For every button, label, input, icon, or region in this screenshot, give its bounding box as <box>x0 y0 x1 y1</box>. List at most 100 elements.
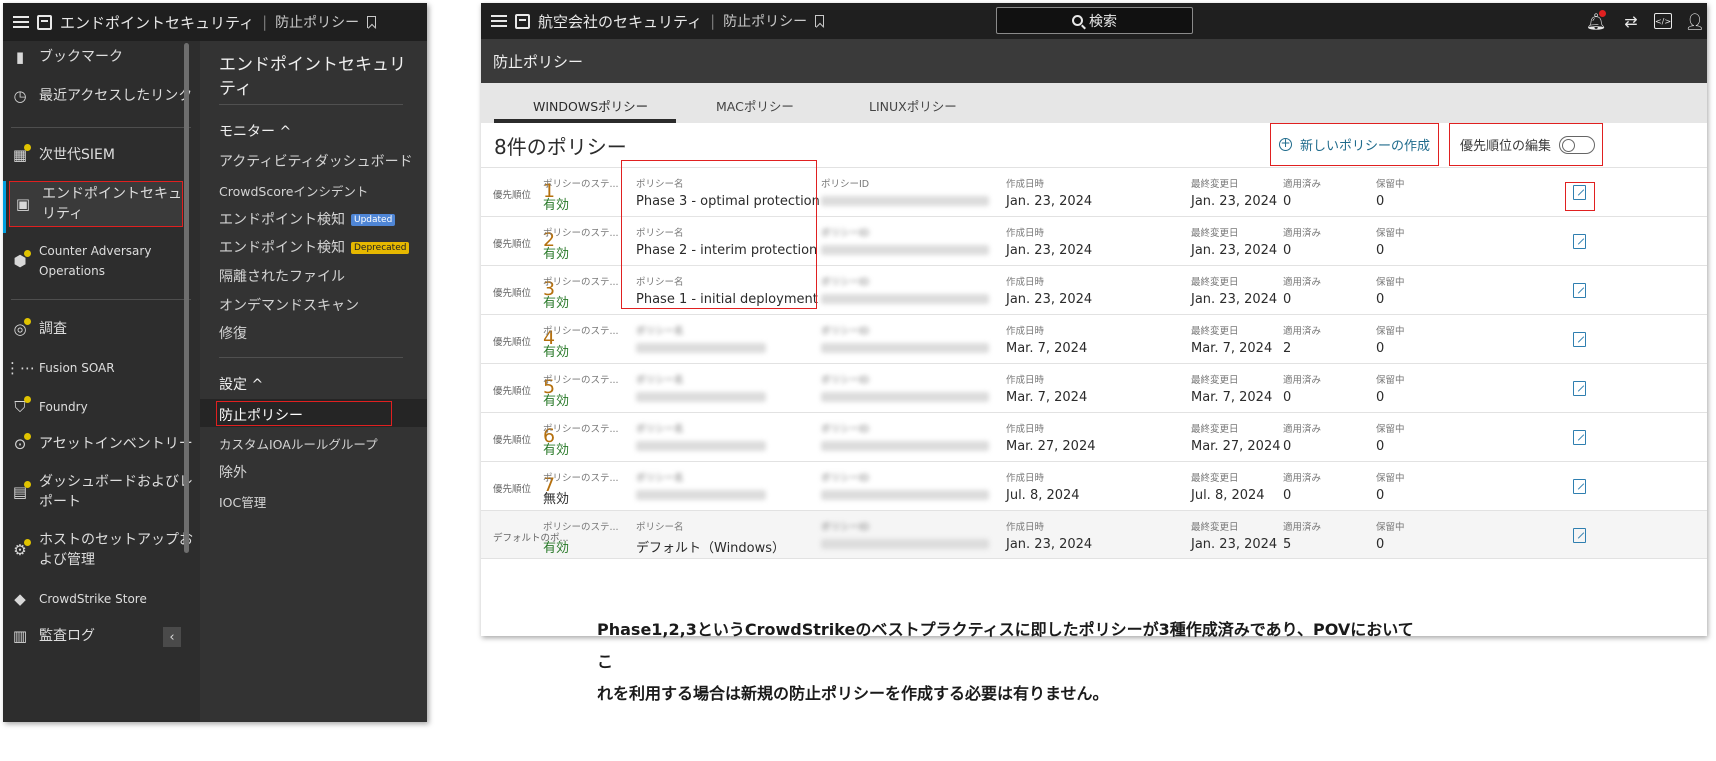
applied-cell-label: 適用済み <box>1283 375 1322 386</box>
edit-icon[interactable] <box>1573 283 1586 298</box>
nav-item-foundry[interactable]: ⛉ Foundry <box>11 396 197 417</box>
policy-name-cell-label: ポリシー名 <box>636 522 684 533</box>
developer-icon[interactable]: </> <box>1651 9 1675 33</box>
settings-section-toggle[interactable]: 設定 ^ <box>219 374 263 394</box>
bookmark-icon[interactable] <box>815 15 825 27</box>
nav-item-store[interactable]: ◆ CrowdStrike Store <box>11 589 197 609</box>
tab-linux[interactable]: LINUXポリシー <box>869 96 957 115</box>
history-icon: ◷ <box>13 87 27 105</box>
created-cell: 作成日時 Mar. 7, 2024 <box>1006 323 1087 356</box>
nav-item-investigate[interactable]: ◎ 調査 <box>11 318 197 339</box>
link-exclusions[interactable]: 除外 <box>219 462 247 482</box>
link-quarantined-files[interactable]: 隔離されたファイル <box>219 266 345 286</box>
redacted-value <box>636 441 766 451</box>
switch-icon[interactable]: ⇄ <box>1619 9 1643 33</box>
policy-name-cell-value: デフォルト（Windows） <box>636 541 786 556</box>
created-cell: 作成日時 Jan. 23, 2024 <box>1006 176 1092 209</box>
divider <box>628 216 810 217</box>
tab-windows[interactable]: WINDOWSポリシー <box>533 96 648 115</box>
nav-item-label: 調査 <box>39 321 67 337</box>
link-endpoint-detections-updated[interactable]: エンドポイント検知 Updated <box>219 209 396 229</box>
nav-item-counter-adversary[interactable]: ⬢ Counter Adversary Operations <box>11 241 197 281</box>
modified-cell-value: Jan. 23, 2024 <box>1191 537 1278 552</box>
pending-cell: 保留中 0 <box>1376 372 1405 405</box>
menu-icon[interactable] <box>13 16 29 28</box>
menu-icon[interactable] <box>491 15 507 27</box>
edit-icon[interactable] <box>1573 528 1586 543</box>
status-cell-label: ポリシーのステ... <box>543 326 619 337</box>
policy-name-cell-label: ポリシー名 <box>636 277 684 288</box>
link-endpoint-detections-deprecated[interactable]: エンドポイント検知 Deprecated <box>219 237 410 257</box>
monitor-section-toggle[interactable]: モニター ^ <box>219 121 291 141</box>
pending-cell-label: 保留中 <box>1376 179 1405 190</box>
bell-icon[interactable]: 🔔︎ <box>1584 9 1608 33</box>
applied-cell-value: 0 <box>1283 439 1292 454</box>
created-cell-value: Jan. 23, 2024 <box>1006 537 1093 552</box>
link-custom-ioa-rule-groups[interactable]: カスタムIOAルールグループ <box>219 434 378 453</box>
priority-label: 優先順位 <box>493 190 532 201</box>
table-row[interactable]: デフォルトのポ... ポリシーのステ... 有効 ポリシー名 デフォルト（Windows… <box>481 510 1707 559</box>
status-cell: ポリシーのステ... 無効 <box>543 470 619 507</box>
nav-item-host-setup[interactable]: ⚙ ホストのセットアップおよび管理 <box>11 530 197 570</box>
link-prevention-policies[interactable]: 防止ポリシー <box>219 405 303 425</box>
priority-label: 優先順位 <box>493 435 532 446</box>
status-cell-value: 有効 <box>543 296 570 311</box>
link-ioc-management[interactable]: IOC管理 <box>219 492 266 511</box>
bookmark-icon[interactable] <box>367 16 377 28</box>
pending-cell-label: 保留中 <box>1376 326 1405 337</box>
nav-item-recent[interactable]: ◷ 最近アクセスしたリンク <box>11 86 197 106</box>
edit-icon[interactable] <box>1573 234 1586 249</box>
redacted-value <box>821 196 989 206</box>
caption: Phase1,2,3というCrowdStrikeのベストプラクティスに即したポリ… <box>597 614 1427 710</box>
nav-item-label: Fusion SOAR <box>39 361 115 375</box>
pending-cell-value: 0 <box>1376 194 1385 209</box>
create-policy-button[interactable]: + 新しいポリシーの作成 <box>1270 123 1439 166</box>
policy-name-cell: ポリシー名 Phase 3 - optimal protection <box>636 176 820 209</box>
nav-item-asset-inventory[interactable]: ⊙ アセットインベントリー <box>11 433 197 454</box>
modified-cell-value: Mar. 27, 2024 <box>1191 439 1281 454</box>
table-row[interactable]: 優先順位 5 ポリシーのステ... 有効 ポリシー名 ポリシーID 作成日時 Mar. 7, … <box>481 363 1707 412</box>
link-remediation[interactable]: 修復 <box>219 323 247 343</box>
priority-edit-toggle[interactable] <box>1559 135 1596 154</box>
priority-edit-control[interactable]: 優先順位の編集 <box>1449 123 1603 166</box>
nav-item-bookmarks[interactable]: ▮ ブックマーク <box>11 47 197 67</box>
table-row[interactable]: 優先順位 7 ポリシーのステ... 無効 ポリシー名 ポリシーID 作成日時 Jul. 8, … <box>481 461 1707 510</box>
table-row[interactable]: 優先順位 4 ポリシーのステ... 有効 ポリシー名 ポリシーID 作成日時 Mar. 7, … <box>481 314 1707 363</box>
bookmark-icon: ▮ <box>15 48 25 66</box>
status-cell-label: ポリシーのステ... <box>543 228 619 239</box>
modified-cell-value: Mar. 7, 2024 <box>1191 341 1273 356</box>
applied-cell: 適用済み 0 <box>1283 372 1321 405</box>
link-on-demand-scan[interactable]: オンデマンドスキャン <box>219 295 359 315</box>
divider <box>628 265 810 266</box>
edit-icon[interactable] <box>1573 381 1586 396</box>
table-row[interactable]: 優先順位 1 ポリシーのステ... 有効 ポリシー名 Phase 3 - optimal … <box>481 167 1707 216</box>
user-icon[interactable]: 👤︎ <box>1683 9 1707 33</box>
policy-name-cell-label: ポリシー名 <box>636 424 684 435</box>
tab-mac[interactable]: MACポリシー <box>716 96 794 115</box>
nav-item-endpoint-security[interactable]: ▣ エンドポイントセキュリティ <box>9 181 183 227</box>
os-tabs: WINDOWSポリシー MACポリシー LINUXポリシー <box>481 83 1707 123</box>
applied-cell: 適用済み 5 <box>1283 519 1321 552</box>
link-crowdscore-incidents[interactable]: CrowdScoreインシデント <box>219 181 368 200</box>
edit-icon[interactable] <box>1573 479 1586 494</box>
created-cell-label: 作成日時 <box>1006 277 1045 288</box>
nav-item-label: 監査ログ <box>39 628 95 644</box>
search-input[interactable]: 検索 <box>996 7 1193 34</box>
table-row[interactable]: 優先順位 2 ポリシーのステ... 有効 ポリシー名 Phase 2 - interim … <box>481 216 1707 265</box>
collapse-nav-button[interactable]: ‹ <box>163 627 181 647</box>
nav-secondary-column: エンドポイントセキュリティ モニター ^ アクティビティダッシュボード Crow… <box>200 41 427 722</box>
policy-id-cell: ポリシーID <box>821 519 989 549</box>
applied-cell-label: 適用済み <box>1283 228 1322 239</box>
deprecated-badge: Deprecated <box>351 242 410 254</box>
table-row[interactable]: 優先順位 3 ポリシーのステ... 有効 ポリシー名 Phase 1 - initial … <box>481 265 1707 314</box>
nav-item-fusion-soar[interactable]: ⋮⋯ Fusion SOAR <box>5 358 197 378</box>
nav-item-siem[interactable]: ▦ 次世代SIEM <box>11 144 197 165</box>
link-activity-dashboard[interactable]: アクティビティダッシュボード <box>219 151 413 171</box>
table-row[interactable]: 優先順位 6 ポリシーのステ... 有効 ポリシー名 ポリシーID 作成日時 Mar. 27,… <box>481 412 1707 461</box>
nav-scrollbar[interactable] <box>184 43 189 553</box>
edit-icon[interactable] <box>1573 332 1586 347</box>
created-cell-value: Jan. 23, 2024 <box>1006 194 1093 209</box>
nav-item-dashboards[interactable]: ▤ ダッシュボードおよびレポート <box>11 472 197 512</box>
edit-icon[interactable] <box>1573 430 1586 445</box>
applied-cell-label: 適用済み <box>1283 473 1322 484</box>
